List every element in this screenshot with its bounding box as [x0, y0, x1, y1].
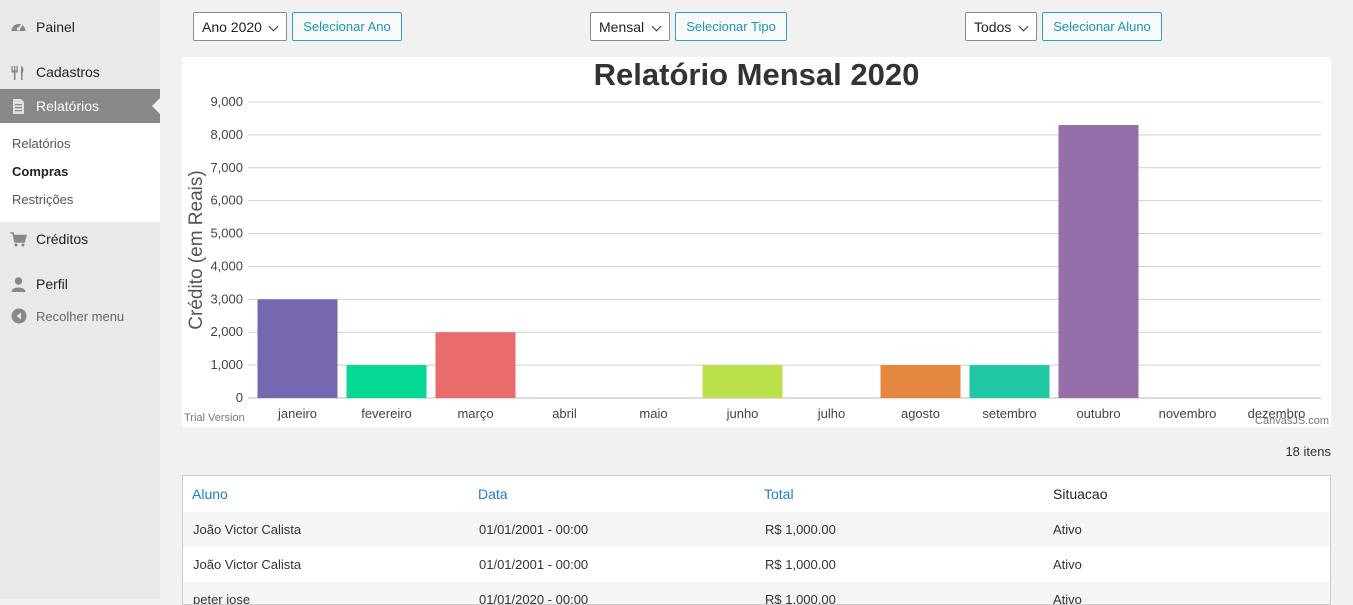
table-row[interactable]: João Victor Calista 01/01/2001 - 00:00 R… — [183, 512, 1330, 547]
x-tick-label: janeiro — [277, 406, 317, 421]
y-tick-label: 6,000 — [210, 193, 243, 208]
bar-março — [435, 332, 516, 398]
sidebar-item-painel[interactable]: Painel — [0, 10, 160, 44]
sidebar-item-label: Relatórios — [36, 98, 100, 114]
sidebar-item-relatorios[interactable]: Relatórios — [0, 89, 160, 123]
monthly-report-chart: Relatório Mensal 2020 0 1,000 2,000 3,000 4,… — [182, 57, 1331, 427]
student-select[interactable]: Todos — [965, 12, 1037, 41]
chevron-down-icon — [268, 21, 279, 32]
column-header-aluno[interactable]: Aluno — [192, 486, 228, 502]
bar-fevereiro — [346, 365, 427, 398]
chart-canvas: 0 1,000 2,000 3,000 4,000 5,000 6,000 7,000 8,00… — [186, 94, 1321, 421]
y-tick-label: 8,000 — [210, 127, 243, 142]
cell-aluno: João Victor Calista — [193, 522, 302, 537]
select-student-button[interactable]: Selecionar Aluno — [1042, 12, 1162, 41]
column-header-situacao: Situacao — [1053, 486, 1108, 502]
column-header-data[interactable]: Data — [478, 486, 508, 502]
sidebar-item-cadastros[interactable]: Cadastros — [0, 55, 160, 89]
sidebar-item-label: Painel — [36, 19, 75, 35]
user-icon — [10, 276, 27, 293]
bar-janeiro — [257, 299, 338, 398]
submenu-item-compras[interactable]: Compras — [12, 164, 68, 179]
select-year-button[interactable]: Selecionar Ano — [292, 12, 402, 41]
y-tick-label: 2,000 — [210, 324, 243, 339]
type-select[interactable]: Mensal — [590, 12, 670, 41]
trial-version-label: Trial Version — [184, 412, 245, 424]
dashboard-icon — [10, 19, 27, 36]
y-tick-label: 7,000 — [210, 160, 243, 175]
purchases-table: Aluno Data Total Situacao João Victor Ca… — [182, 475, 1331, 605]
y-tick-label: 3,000 — [210, 291, 243, 306]
y-tick-label: 4,000 — [210, 258, 243, 273]
utensils-icon — [10, 64, 27, 81]
sidebar-item-label: Créditos — [36, 231, 89, 247]
cell-data: 01/01/2001 - 00:00 — [479, 557, 589, 572]
bar-agosto — [880, 365, 961, 398]
x-tick-label: maio — [639, 406, 667, 421]
sidebar-item-perfil[interactable]: Perfil — [0, 267, 160, 301]
y-tick-label: 1,000 — [210, 357, 243, 372]
y-axis-title: Crédito (em Reais) — [186, 170, 207, 329]
cell-situacao: Ativo — [1053, 557, 1082, 572]
cart-icon — [10, 231, 27, 248]
sidebar-item-label: Perfil — [36, 276, 68, 292]
table-row[interactable]: João Victor Calista 01/01/2001 - 00:00 R… — [183, 547, 1330, 582]
chevron-down-icon — [651, 21, 662, 32]
collapse-arrow-icon — [10, 308, 27, 325]
table-row[interactable]: peter jose 01/01/2020 - 00:00 R$ 1,000.0… — [183, 582, 1330, 604]
cell-aluno: João Victor Calista — [193, 557, 302, 572]
cell-situacao: Ativo — [1053, 522, 1082, 537]
x-tick-label: março — [457, 406, 493, 421]
sidebar: Painel Cadastros Relatórios Relatórios C… — [0, 0, 160, 599]
items-count: 18 itens — [1285, 444, 1331, 459]
collapse-menu-label: Recolher menu — [36, 308, 125, 324]
sidebar-item-label: Cadastros — [36, 64, 100, 80]
table-header: Aluno Data Total Situacao — [183, 476, 1330, 513]
y-tick-label: 5,000 — [210, 226, 243, 241]
student-select-value: Todos — [974, 18, 1012, 35]
y-tick-label: 9,000 — [210, 94, 243, 109]
cell-total: R$ 1,000.00 — [765, 522, 836, 537]
select-type-button[interactable]: Selecionar Tipo — [675, 12, 787, 41]
submenu-relatorios: Relatórios Compras Restrições — [0, 123, 160, 222]
x-tick-label: outubro — [1076, 406, 1120, 421]
x-tick-label: julho — [817, 406, 845, 421]
year-select[interactable]: Ano 2020 — [193, 12, 287, 41]
x-tick-label: agosto — [901, 406, 940, 421]
canvasjs-credit-link[interactable]: CanvasJS.com — [1255, 415, 1329, 427]
column-header-total[interactable]: Total — [764, 486, 794, 502]
type-select-value: Mensal — [599, 18, 645, 35]
bar-outubro — [1058, 125, 1139, 399]
x-tick-label: fevereiro — [361, 406, 412, 421]
x-tick-label: novembro — [1159, 406, 1217, 421]
sidebar-item-creditos[interactable]: Créditos — [0, 222, 160, 256]
year-select-value: Ano 2020 — [202, 18, 262, 35]
bar-setembro — [969, 365, 1050, 398]
chevron-down-icon — [1018, 21, 1029, 32]
cell-data: 01/01/2001 - 00:00 — [479, 522, 589, 537]
document-icon — [10, 98, 27, 115]
y-tick-label: 0 — [236, 390, 243, 405]
cell-total: R$ 1,000.00 — [765, 557, 836, 572]
submenu-item-restricoes[interactable]: Restrições — [12, 192, 73, 207]
collapse-menu-button[interactable]: Recolher menu — [0, 299, 160, 333]
x-tick-label: setembro — [982, 406, 1036, 421]
submenu-item-relatorios[interactable]: Relatórios — [12, 136, 71, 151]
bar-junho — [702, 365, 783, 398]
x-tick-label: abril — [552, 406, 577, 421]
x-tick-label: junho — [726, 406, 759, 421]
